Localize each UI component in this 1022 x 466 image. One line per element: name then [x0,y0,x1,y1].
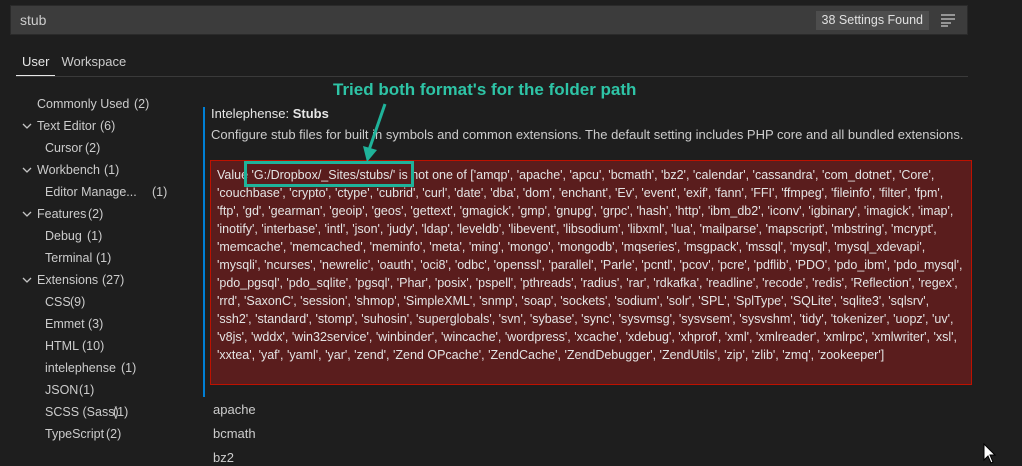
setting-category: Intelephense: [211,106,293,121]
toc-item-label: Features [37,207,87,221]
toc-item-count: (27) [102,273,125,287]
toc-item[interactable]: Terminal (1) [0,247,200,269]
toc-item[interactable]: CSS (9) [0,291,200,313]
toc-item-label: Workbench [37,163,100,177]
toc-item-label: CSS [45,295,71,309]
annotation-arrow [363,103,387,162]
toc-item-label: Extensions [37,273,99,287]
setting-description: Configure stub files for built in symbol… [211,127,964,142]
toc-item[interactable]: SCSS (Sass) (1) [0,401,200,423]
toc-item-label: HTML [45,339,80,353]
toc-item-count: (2) [106,427,122,441]
toc-item[interactable]: Cursor (2) [0,137,200,159]
toc-item[interactable]: Debug (1) [0,225,200,247]
toc-item-label: Editor Manage... [45,185,137,199]
toc-item-count: (1) [104,163,120,177]
toc-item-count: (2) [85,141,101,155]
toc-item-label: Debug [45,229,82,243]
toc-item-count: (1) [96,251,112,265]
toc-item-count: (1) [87,229,103,243]
toc-item[interactable]: Workbench (1) [0,159,200,181]
toc-item-label: SCSS (Sass) [45,405,119,419]
chevron-down-icon[interactable] [21,120,33,132]
chevron-down-icon[interactable] [21,274,33,286]
toc-item-label: Text Editor [37,119,97,133]
settings-search-box[interactable]: 38 Settings Found [10,5,968,35]
toc-item[interactable]: Extensions (27) [0,269,200,291]
toc-item-label: intelephense [45,361,116,375]
toc-item[interactable]: intelephense (1) [0,357,200,379]
toc-item[interactable]: Editor Manage... (1) [0,181,200,203]
toc-item[interactable]: Features (2) [0,203,200,225]
settings-toc: Commonly Used (2) Text Editor (6) Cursor (2) W… [0,93,200,445]
toc-item[interactable]: HTML (10) [0,335,200,357]
filter-icon[interactable] [940,13,956,27]
setting-title: Intelephense: Stubs [211,106,329,121]
results-count-badge: 38 Settings Found [815,11,929,30]
toc-item-count: (1) [152,185,168,199]
toc-item[interactable]: Text Editor (6) [0,115,200,137]
toc-item-label: Cursor [45,141,83,155]
toc-item-count: (1) [113,405,129,419]
toc-item-count: (6) [100,119,116,133]
validation-error-message: Value 'G:/Dropbox/_Sites/stubs/' is not … [210,160,972,385]
toc-item-count: (9) [70,295,86,309]
toc-item-label: JSON [45,383,79,397]
toc-item[interactable]: Commonly Used (2) [0,93,200,115]
toc-item-label: Commonly Used [37,97,130,111]
toc-item-label: Terminal [45,251,93,265]
list-item[interactable]: bcmath [213,426,256,441]
chevron-down-icon[interactable] [21,208,33,220]
setting-name: Stubs [292,106,329,121]
chevron-down-icon[interactable] [21,164,33,176]
tabs-divider [16,76,968,77]
toc-item[interactable]: JSON (1) [0,379,200,401]
toc-item-label: TypeScript [45,427,105,441]
toc-item[interactable]: TypeScript (2) [0,423,200,445]
toc-item-count: (10) [82,339,105,353]
annotation-highlight-box [244,161,414,187]
toc-item-count: (1) [79,383,95,397]
scope-tabs: User Workspace [16,52,132,78]
toc-item-count: (2) [88,207,104,221]
annotation-label: Tried both format's for the folder path [333,80,637,99]
toc-item-count: (2) [134,97,150,111]
toc-item[interactable]: Emmet (3) [0,313,200,335]
tab-workspace[interactable]: Workspace [55,52,132,76]
mouse-cursor-icon [983,443,997,464]
toc-item-count: (3) [88,317,104,331]
list-item[interactable]: apache [213,402,256,417]
search-input[interactable] [11,6,791,34]
focus-indicator [203,107,205,397]
toc-item-label: Emmet [45,317,85,331]
tab-user[interactable]: User [16,52,56,76]
toc-item-count: (1) [121,361,137,375]
list-item[interactable]: bz2 [213,450,234,465]
